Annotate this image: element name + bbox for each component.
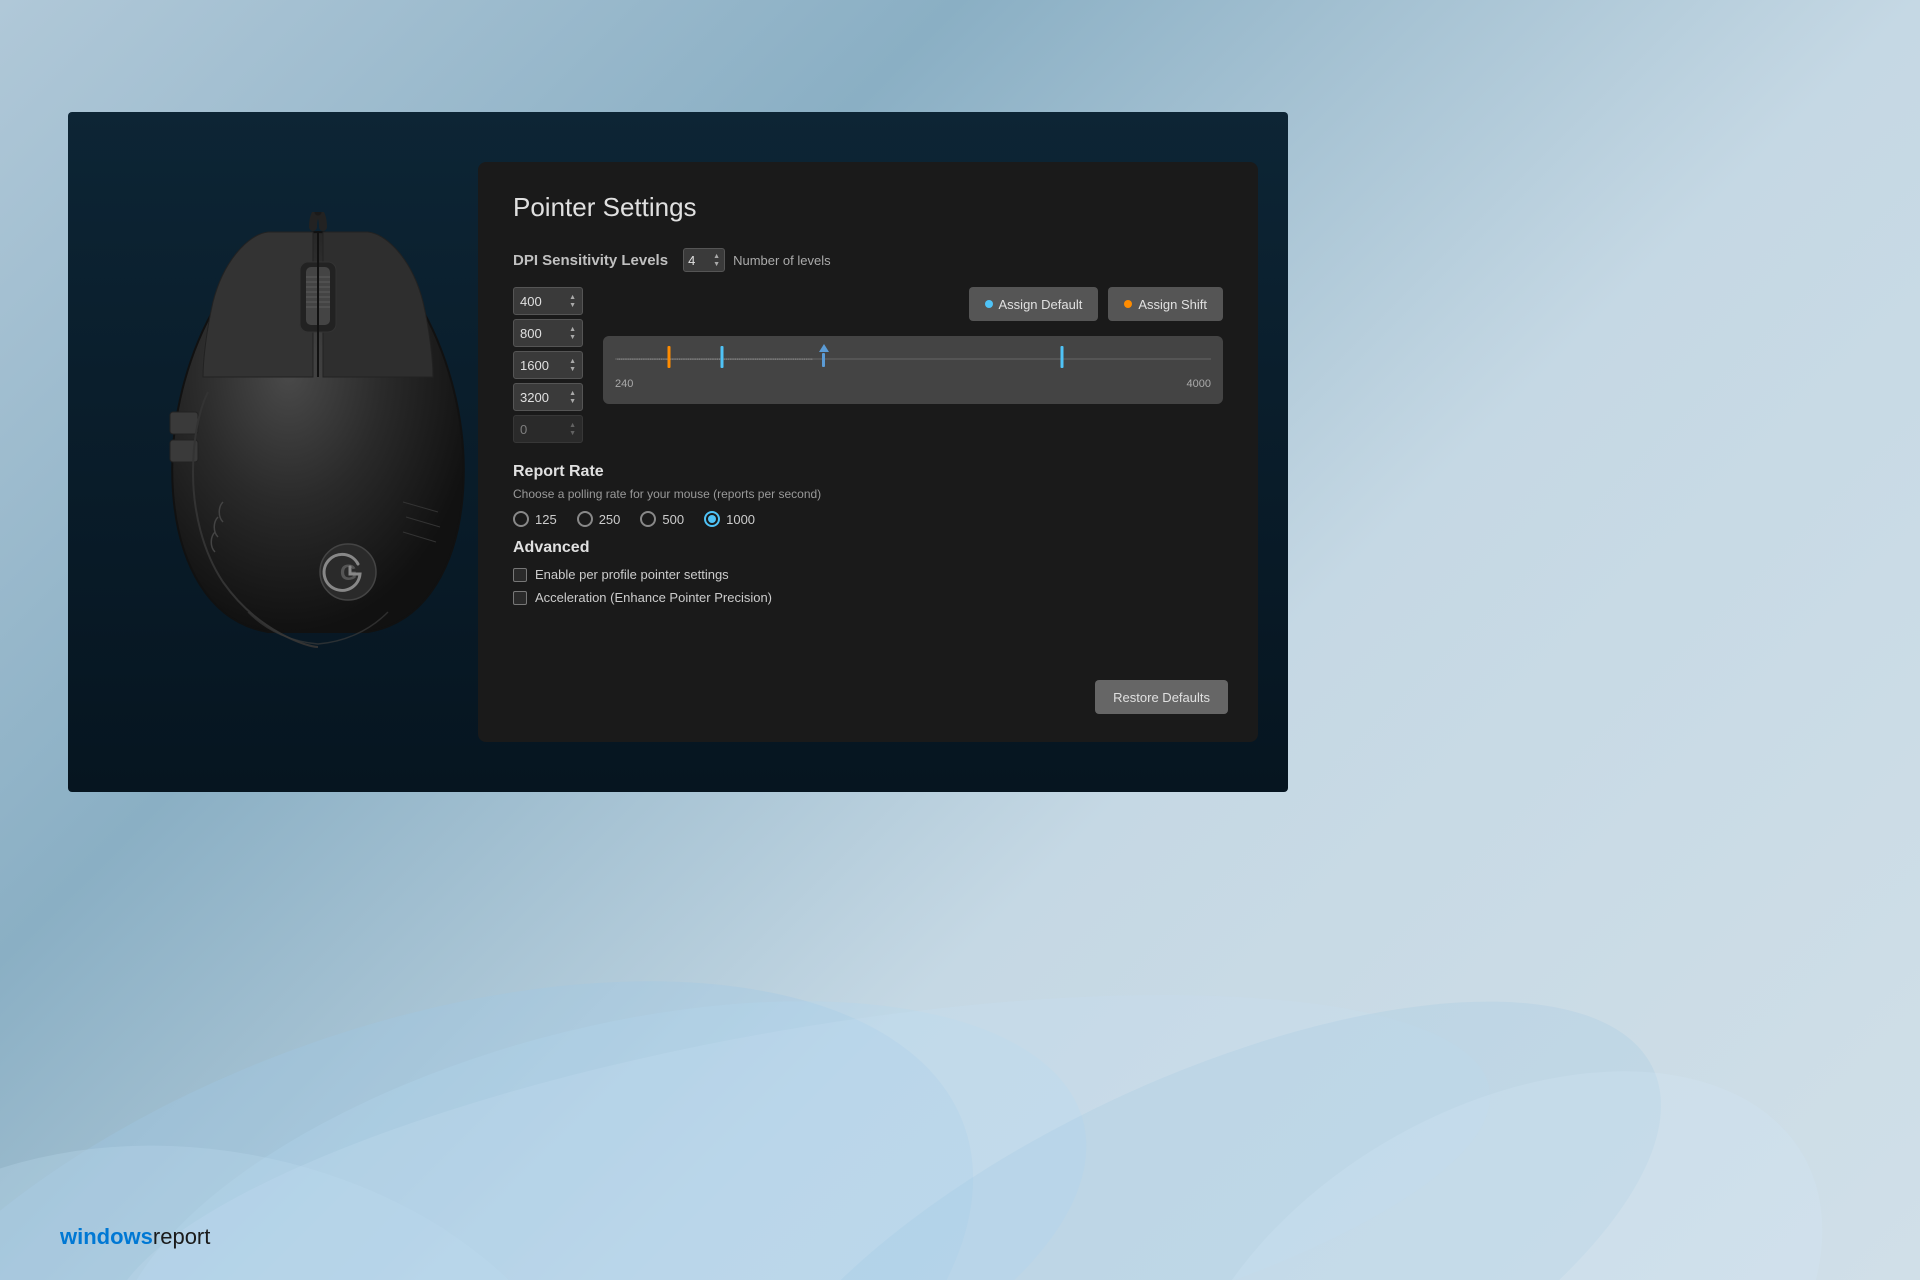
levels-spinner[interactable]: 4 ▲ ▼ <box>683 248 725 272</box>
dpi-right-side: Assign Default Assign Shift <box>603 287 1223 404</box>
dpi-down-2[interactable]: ▼ <box>569 334 576 341</box>
dpi-marker-cyan-2[interactable] <box>1061 346 1064 368</box>
advanced-title: Advanced <box>513 539 1223 557</box>
acceleration-label: Acceleration (Enhance Pointer Precision) <box>535 590 772 605</box>
dpi-spinner-4[interactable]: ▲ ▼ <box>569 390 576 405</box>
spinner-down-arrow[interactable]: ▼ <box>713 261 720 268</box>
levels-value: 4 <box>688 253 695 268</box>
dpi-section: DPI Sensitivity Levels 4 ▲ ▼ Number of l… <box>513 248 1223 443</box>
panel-title: Pointer Settings <box>513 192 1223 223</box>
assign-default-label: Assign Default <box>999 297 1083 312</box>
polling-rate-125[interactable]: 125 <box>513 511 557 527</box>
slider-track[interactable]: ●●●●●●●●●●●●●●●●●●●●●●●●●●●●●●●●●●●●●●●●… <box>615 344 1211 374</box>
dpi-section-label: DPI Sensitivity Levels <box>513 252 668 269</box>
radio-circle-1000[interactable] <box>704 511 720 527</box>
polling-rate-500[interactable]: 500 <box>640 511 684 527</box>
dpi-spinner-3[interactable]: ▲ ▼ <box>569 358 576 373</box>
settings-panel: Pointer Settings DPI Sensitivity Levels … <box>478 162 1258 742</box>
dpi-input-row-5: 0 ▲ ▼ <box>513 415 583 443</box>
polling-rate-500-label: 500 <box>662 512 684 527</box>
spinner-up-arrow[interactable]: ▲ <box>713 253 720 260</box>
dpi-up-1[interactable]: ▲ <box>569 294 576 301</box>
dpi-input-row-1: 400 ▲ ▼ <box>513 287 583 315</box>
slider-max-label: 4000 <box>1187 378 1211 390</box>
slider-min-label: 240 <box>615 378 633 390</box>
polling-rate-1000[interactable]: 1000 <box>704 511 755 527</box>
mouse-illustration: G <box>128 212 508 692</box>
assign-default-icon <box>985 300 993 308</box>
dpi-marker-cyan-1[interactable] <box>721 346 724 368</box>
dpi-up-4[interactable]: ▲ <box>569 390 576 397</box>
dpi-spinner-1[interactable]: ▲ ▼ <box>569 294 576 309</box>
app-window: G Pointer Settings DPI Sensitivity Level… <box>68 112 1288 792</box>
dpi-header: DPI Sensitivity Levels 4 ▲ ▼ Number of l… <box>513 248 1223 272</box>
dpi-input-1[interactable]: 400 ▲ ▼ <box>513 287 583 315</box>
dpi-up-3[interactable]: ▲ <box>569 358 576 365</box>
dpi-down-5: ▼ <box>569 430 576 437</box>
dpi-marker-blue[interactable] <box>819 344 829 367</box>
slider-labels: 240 4000 <box>615 378 1211 390</box>
dpi-inputs-column: 400 ▲ ▼ 800 ▲ ▼ <box>513 287 583 443</box>
report-rate-description: Choose a polling rate for your mouse (re… <box>513 487 1223 501</box>
dpi-controls-row: 400 ▲ ▼ 800 ▲ ▼ <box>513 287 1223 443</box>
dpi-down-1[interactable]: ▼ <box>569 302 576 309</box>
radio-circle-250[interactable] <box>577 511 593 527</box>
acceleration-checkbox[interactable] <box>513 591 527 605</box>
acceleration-checkbox-row: Acceleration (Enhance Pointer Precision) <box>513 590 1223 605</box>
assign-shift-button[interactable]: Assign Shift <box>1108 287 1223 321</box>
radio-circle-500[interactable] <box>640 511 656 527</box>
report-rate-title: Report Rate <box>513 463 1223 481</box>
levels-control: 4 ▲ ▼ Number of levels <box>683 248 831 272</box>
dpi-slider-container[interactable]: ●●●●●●●●●●●●●●●●●●●●●●●●●●●●●●●●●●●●●●●●… <box>603 336 1223 404</box>
dpi-input-3[interactable]: 1600 ▲ ▼ <box>513 351 583 379</box>
report-rate-section: Report Rate Choose a polling rate for yo… <box>513 463 1223 527</box>
dpi-input-5: 0 ▲ ▼ <box>513 415 583 443</box>
per-profile-checkbox[interactable] <box>513 568 527 582</box>
assign-default-button[interactable]: Assign Default <box>969 287 1099 321</box>
levels-label: Number of levels <box>733 253 831 268</box>
dpi-up-5: ▲ <box>569 422 576 429</box>
assign-shift-label: Assign Shift <box>1138 297 1207 312</box>
dpi-value-1: 400 <box>520 294 542 309</box>
assign-buttons-row: Assign Default Assign Shift <box>603 287 1223 321</box>
dpi-value-3: 1600 <box>520 358 549 373</box>
dpi-value-5: 0 <box>520 422 527 437</box>
dpi-marker-orange[interactable] <box>667 346 670 368</box>
dpi-down-4[interactable]: ▼ <box>569 398 576 405</box>
dpi-value-2: 800 <box>520 326 542 341</box>
spinner-arrows[interactable]: ▲ ▼ <box>713 253 720 268</box>
dpi-input-row-3: 1600 ▲ ▼ <box>513 351 583 379</box>
dpi-input-2[interactable]: 800 ▲ ▼ <box>513 319 583 347</box>
polling-rate-1000-label: 1000 <box>726 512 755 527</box>
assign-shift-icon <box>1124 300 1132 308</box>
radio-circle-125[interactable] <box>513 511 529 527</box>
dpi-value-4: 3200 <box>520 390 549 405</box>
dpi-input-row-2: 800 ▲ ▼ <box>513 319 583 347</box>
windows-report-logo: windows report <box>60 1224 210 1250</box>
win11-swirl-decoration <box>0 930 1920 1280</box>
dpi-spinner-2[interactable]: ▲ ▼ <box>569 326 576 341</box>
advanced-section: Advanced Enable per profile pointer sett… <box>513 539 1223 605</box>
dpi-input-4[interactable]: 3200 ▲ ▼ <box>513 383 583 411</box>
polling-rate-125-label: 125 <box>535 512 557 527</box>
polling-rate-radio-group: 125 250 500 1000 <box>513 511 1223 527</box>
restore-defaults-button[interactable]: Restore Defaults <box>1095 680 1228 714</box>
polling-rate-250[interactable]: 250 <box>577 511 621 527</box>
polling-rate-250-label: 250 <box>599 512 621 527</box>
dpi-spinner-5: ▲ ▼ <box>569 422 576 437</box>
per-profile-checkbox-row: Enable per profile pointer settings <box>513 567 1223 582</box>
per-profile-label: Enable per profile pointer settings <box>535 567 729 582</box>
dpi-up-2[interactable]: ▲ <box>569 326 576 333</box>
logo-report-text: report <box>153 1224 210 1250</box>
dpi-down-3[interactable]: ▼ <box>569 366 576 373</box>
logo-windows-text: windows <box>60 1224 153 1250</box>
dpi-input-row-4: 3200 ▲ ▼ <box>513 383 583 411</box>
